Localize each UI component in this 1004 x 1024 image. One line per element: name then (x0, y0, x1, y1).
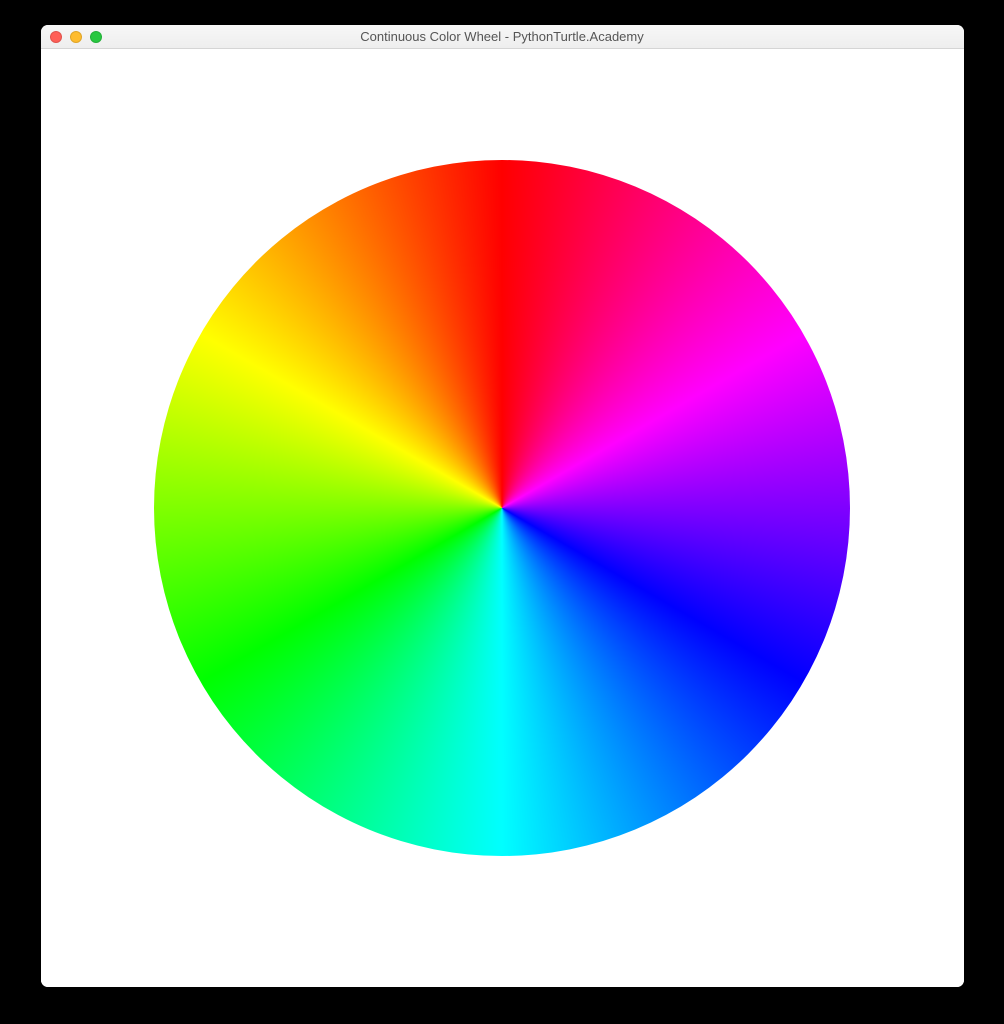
window-title: Continuous Color Wheel - PythonTurtle.Ac… (41, 29, 964, 44)
turtle-canvas (41, 49, 964, 987)
traffic-lights (50, 31, 102, 43)
color-wheel (154, 160, 850, 856)
minimize-button[interactable] (70, 31, 82, 43)
window-titlebar[interactable]: Continuous Color Wheel - PythonTurtle.Ac… (41, 25, 964, 49)
maximize-button[interactable] (90, 31, 102, 43)
close-button[interactable] (50, 31, 62, 43)
app-window: Continuous Color Wheel - PythonTurtle.Ac… (41, 25, 964, 987)
